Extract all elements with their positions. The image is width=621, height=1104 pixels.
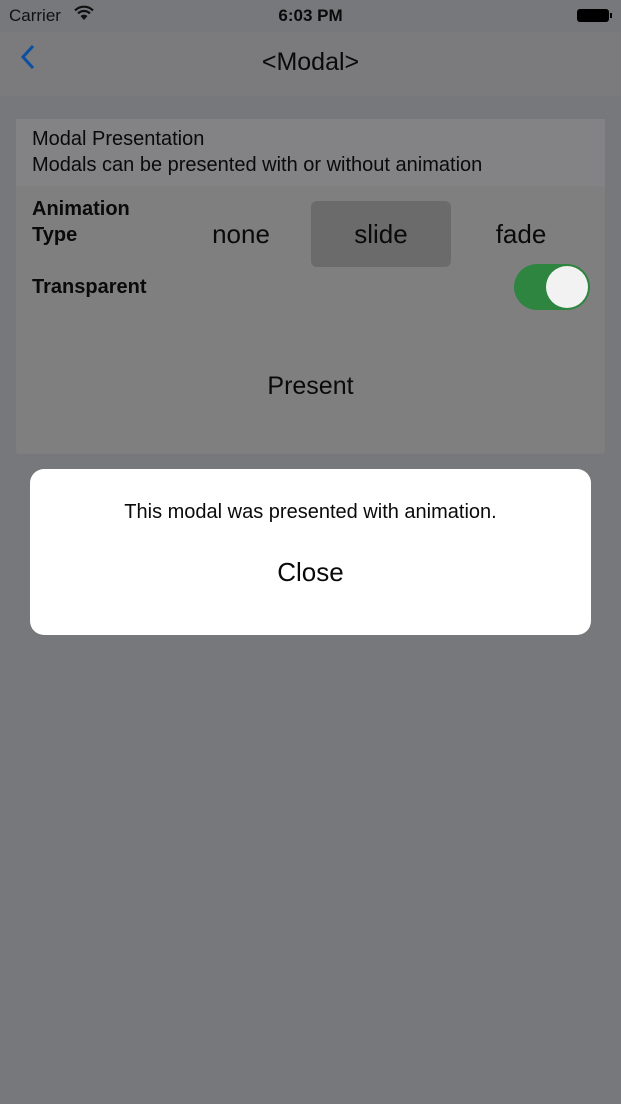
navigation-bar: <Modal> <box>0 32 621 96</box>
card-subtitle: Modals can be presented with or without … <box>32 154 483 176</box>
present-button[interactable]: Present <box>16 372 605 401</box>
status-bar: Carrier 6:03 PM <box>0 0 621 32</box>
transparent-label: Transparent <box>32 276 147 298</box>
animation-option-none[interactable]: none <box>171 201 311 267</box>
toggle-knob <box>546 266 588 308</box>
clock: 6:03 PM <box>278 6 343 25</box>
modal-message: This modal was presented with animation. <box>124 501 497 523</box>
card-title: Modal Presentation <box>32 128 205 150</box>
battery-icon <box>577 9 612 22</box>
animation-option-slide[interactable]: slide <box>311 201 451 267</box>
card-header: Modal Presentation Modals can be present… <box>16 119 605 186</box>
modal-settings-card: Modal Presentation Modals can be present… <box>16 119 605 454</box>
close-button[interactable]: Close <box>260 557 361 588</box>
animation-type-label: Animation Type <box>32 198 130 246</box>
modal-dialog: This modal was presented with animation.… <box>30 469 591 635</box>
transparent-toggle[interactable] <box>514 264 590 310</box>
page-title: <Modal> <box>261 48 360 76</box>
animation-option-fade[interactable]: fade <box>451 201 591 267</box>
